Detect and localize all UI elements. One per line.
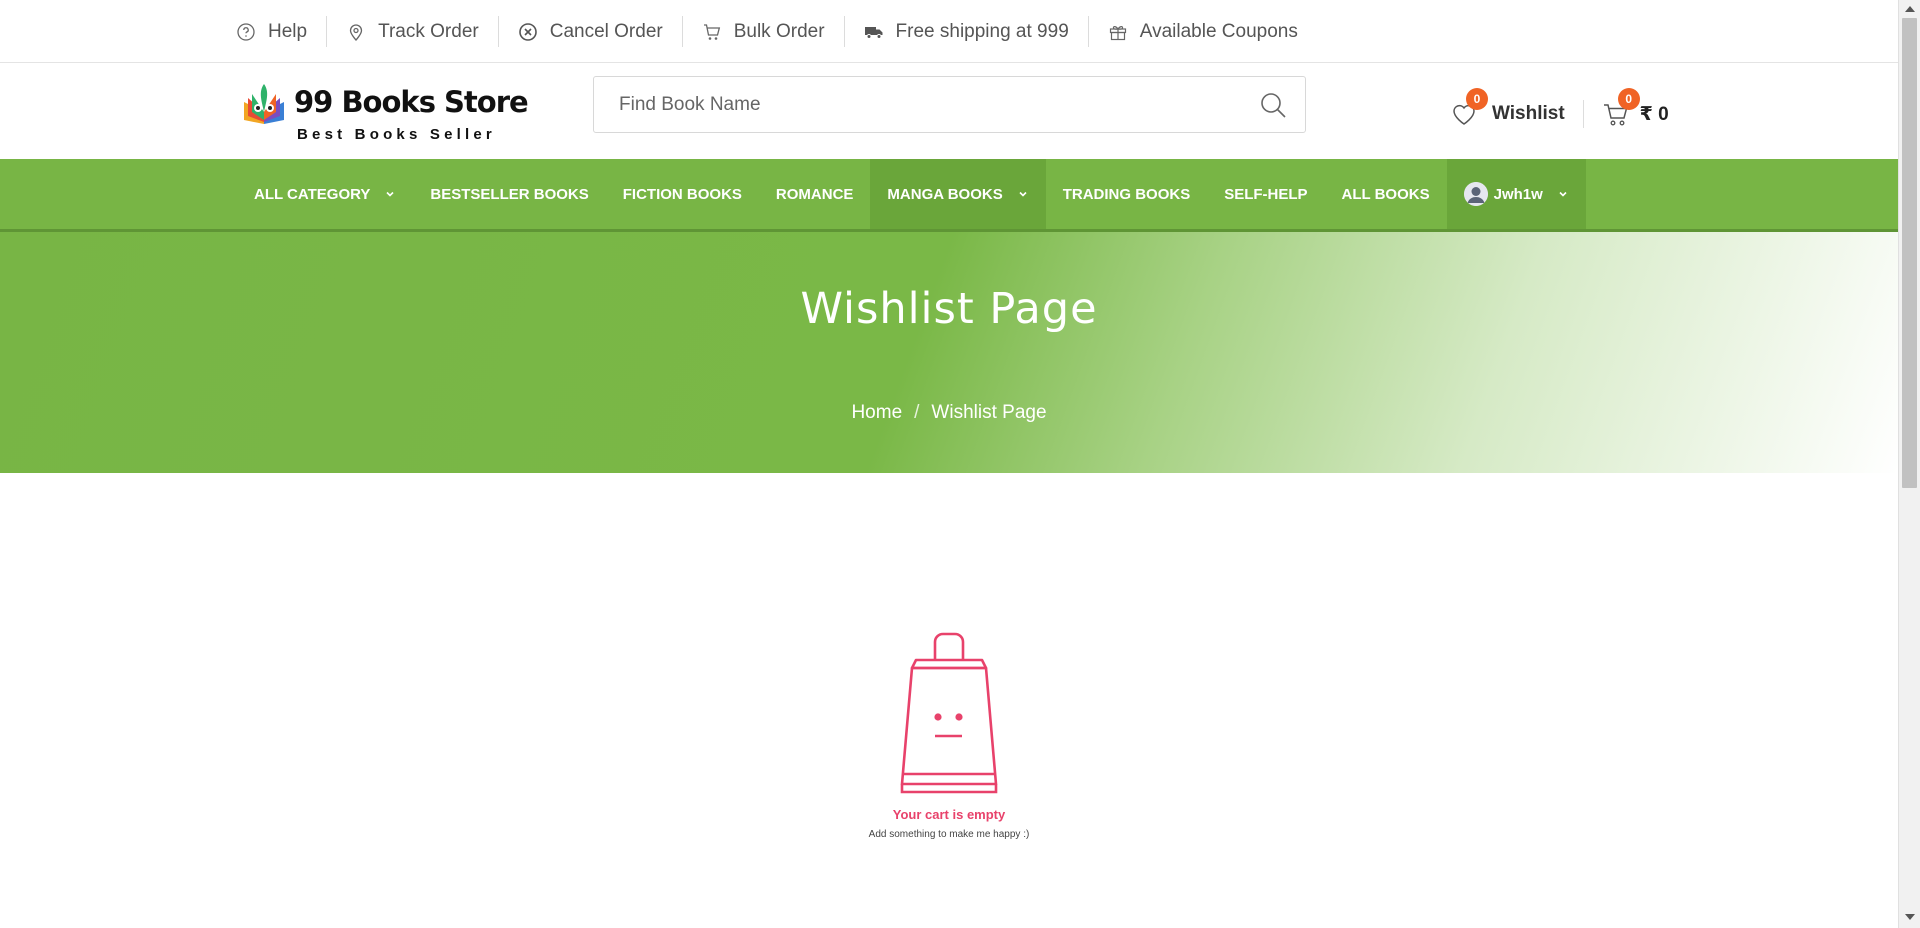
nav-item-label: Manga Books	[887, 185, 1003, 203]
nav-item-label: All Category	[254, 185, 371, 203]
empty-state-subtitle: Add something to make me happy :)	[868, 829, 1030, 840]
nav-item-label: All Books	[1341, 185, 1430, 203]
nav-item-self-help[interactable]: Self-Help	[1207, 159, 1324, 229]
nav-item-manga-books[interactable]: Manga Books	[870, 159, 1046, 229]
nav-item-label: Romance	[775, 185, 854, 203]
cart-amount: ₹ 0	[1639, 103, 1669, 125]
chevron-down-icon	[386, 191, 394, 197]
scroll-up-arrow-icon[interactable]	[1905, 6, 1915, 12]
store-logo[interactable]: 99 Books Store Best Books Seller	[240, 74, 529, 144]
available-coupons-link[interactable]: Available Coupons	[1087, 16, 1317, 47]
page-banner: Wishlist Page Home / Wishlist Page	[0, 232, 1898, 473]
logo-name: 99 Books Store	[294, 85, 529, 119]
nav-item-all-books[interactable]: All Books	[1325, 159, 1447, 229]
nav-item-trading-books[interactable]: Trading Books	[1046, 159, 1208, 229]
breadcrumb-current: Wishlist Page	[931, 402, 1047, 423]
wishlist-count-badge: 0	[1466, 88, 1488, 110]
site-header: 99 Books Store Best Books Seller 0 Wishl…	[0, 64, 1898, 159]
map-pin-icon	[346, 22, 366, 42]
help-label: Help	[268, 20, 308, 42]
truck-icon	[864, 22, 884, 42]
user-account-menu[interactable]: Jwh1w	[1446, 159, 1586, 229]
page-title: Wishlist Page	[800, 284, 1098, 334]
logo-tagline: Best Books Seller	[297, 126, 496, 143]
header-actions: 0 Wishlist 0 ₹ 0	[1450, 88, 1669, 134]
empty-state: Your cart is empty Add something to make…	[0, 473, 1898, 928]
cart-count-badge: 0	[1617, 88, 1640, 110]
main-nav: All Category Bestseller Books Fiction Bo…	[0, 159, 1898, 232]
wishlist-label: Wishlist	[1492, 103, 1565, 124]
cart-button[interactable]: 0 ₹ 0	[1602, 88, 1669, 128]
main-nav-items: All Category Bestseller Books Fiction Bo…	[237, 159, 1586, 229]
book-logo-icon	[244, 84, 284, 124]
cart-icon	[702, 22, 722, 42]
cart-icon: 0	[1602, 88, 1640, 128]
nav-item-all-category[interactable]: All Category	[237, 159, 413, 229]
nav-item-label: Self-Help	[1224, 185, 1308, 203]
scrollbar-thumb[interactable]	[1902, 18, 1917, 488]
breadcrumb-home-link[interactable]: Home	[851, 402, 902, 424]
empty-state-title: Your cart is empty	[892, 807, 1006, 822]
search-box	[593, 76, 1306, 133]
nav-item-label: Trading Books	[1062, 185, 1191, 203]
empty-bag-icon	[900, 632, 998, 794]
free-shipping-label: Free shipping at 999	[895, 20, 1069, 42]
search-input[interactable]	[619, 77, 1219, 132]
help-circle-icon	[236, 22, 256, 42]
cancel-order-label: Cancel Order	[549, 20, 663, 42]
breadcrumb-separator: /	[914, 402, 920, 423]
cancel-order-link[interactable]: Cancel Order	[497, 16, 682, 47]
track-order-link[interactable]: Track Order	[326, 16, 498, 47]
nav-item-romance[interactable]: Romance	[759, 159, 871, 229]
heart-icon: 0	[1450, 88, 1488, 128]
cancel-circle-icon	[518, 22, 538, 42]
search-icon[interactable]	[1259, 91, 1287, 119]
nav-item-label: Fiction Books	[622, 185, 742, 203]
user-name: Jwh1w	[1493, 185, 1543, 203]
wishlist-button[interactable]: 0 Wishlist	[1450, 88, 1584, 128]
track-order-label: Track Order	[378, 20, 479, 42]
bulk-order-label: Bulk Order	[733, 20, 825, 42]
scroll-down-arrow-icon[interactable]	[1905, 914, 1915, 920]
top-utility-links: Help Track Order Cancel Order Bulk Order…	[230, 0, 1317, 63]
page-scrollbar[interactable]	[1898, 0, 1920, 928]
nav-item-label: Bestseller Books	[430, 185, 589, 203]
nav-item-bestseller-books[interactable]: Bestseller Books	[413, 159, 605, 229]
breadcrumb: Home / Wishlist Page	[0, 402, 1898, 424]
top-utility-bar: Help Track Order Cancel Order Bulk Order…	[0, 0, 1898, 63]
gift-icon	[1108, 22, 1128, 42]
available-coupons-label: Available Coupons	[1139, 20, 1298, 42]
free-shipping-link[interactable]: Free shipping at 999	[843, 16, 1088, 47]
avatar	[1463, 182, 1488, 206]
bulk-order-link[interactable]: Bulk Order	[681, 16, 844, 47]
nav-item-fiction-books[interactable]: Fiction Books	[606, 159, 759, 229]
chevron-down-icon	[1559, 191, 1567, 197]
chevron-down-icon	[1019, 191, 1027, 197]
help-link[interactable]: Help	[230, 16, 326, 47]
